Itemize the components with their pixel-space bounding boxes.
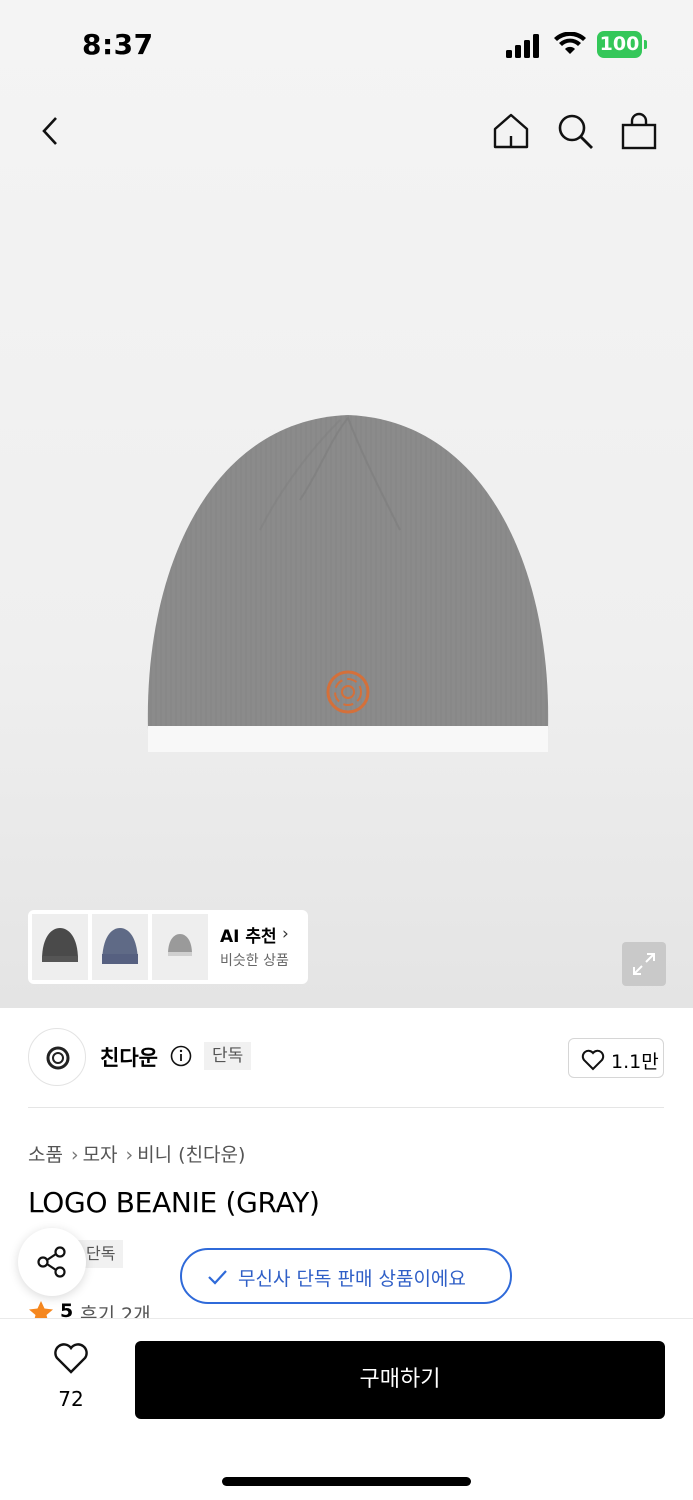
chevron-right-icon: › xyxy=(282,924,289,944)
status-bar: 8:37 100 xyxy=(0,0,693,92)
ai-recommend-title: AI 추천 xyxy=(220,927,277,947)
expand-image-button[interactable] xyxy=(622,942,666,986)
breadcrumb-item[interactable]: 소품 xyxy=(28,1144,63,1166)
breadcrumb-item[interactable]: 비니 (친다운) xyxy=(137,1144,245,1166)
product-title: LOGO BEANIE (GRAY) xyxy=(28,1186,320,1219)
info-icon[interactable] xyxy=(170,1045,192,1067)
battery-level: 100 xyxy=(597,31,642,58)
expand-icon xyxy=(633,953,655,975)
cellular-signal-icon xyxy=(506,34,539,58)
wishlist-count: 72 xyxy=(58,1387,84,1411)
heart-icon xyxy=(54,1343,88,1374)
home-indicator xyxy=(222,1477,471,1486)
chevron-right-icon: › xyxy=(70,1144,79,1166)
buy-button[interactable]: 구매하기 xyxy=(135,1341,665,1419)
breadcrumb: 소품 › 모자 › 비니 (친다운) xyxy=(28,1140,249,1167)
share-button[interactable] xyxy=(18,1228,86,1296)
brand-logo[interactable] xyxy=(28,1028,86,1086)
wifi-icon xyxy=(554,32,586,54)
check-icon xyxy=(208,1270,227,1285)
breadcrumb-item[interactable]: 모자 xyxy=(83,1144,118,1166)
exclusive-notice-text: 무신사 단독 판매 상품이에요 xyxy=(238,1268,466,1290)
home-icon[interactable] xyxy=(490,110,532,152)
bottom-bar: 72 구매하기 xyxy=(0,1318,693,1500)
ai-recommend-subtitle: 비슷한 상품 xyxy=(220,953,289,969)
similar-product-thumb[interactable] xyxy=(92,914,148,980)
battery-indicator: 100 xyxy=(597,31,647,58)
battery-nub xyxy=(644,40,647,49)
product-image xyxy=(147,415,549,752)
divider xyxy=(28,1107,664,1108)
shopping-bag-icon[interactable] xyxy=(618,110,660,152)
similar-product-thumb[interactable] xyxy=(32,914,88,980)
brand-logo-icon xyxy=(46,1046,70,1070)
brand-row: 친다운 단독 1.1만 xyxy=(0,1008,693,1108)
chevron-right-icon: › xyxy=(125,1144,134,1166)
search-icon[interactable] xyxy=(554,110,596,152)
brand-like-count: 1.1만 xyxy=(611,1051,659,1073)
brand-name[interactable]: 친다운 xyxy=(100,1042,158,1072)
chevron-left-icon[interactable] xyxy=(30,110,72,152)
exclusive-badge: 단독 xyxy=(204,1042,252,1070)
brand-like-button[interactable]: 1.1만 xyxy=(568,1038,664,1078)
share-icon xyxy=(37,1246,66,1278)
ai-recommend-card[interactable]: AI 추천 › 비슷한 상품 xyxy=(28,910,308,984)
wishlist-button[interactable]: 72 xyxy=(40,1343,102,1413)
header-bar xyxy=(0,92,693,172)
status-time: 8:37 xyxy=(82,28,154,61)
similar-product-thumb[interactable] xyxy=(152,914,208,980)
exclusive-notice-pill[interactable]: 무신사 단독 판매 상품이에요 xyxy=(180,1248,512,1304)
heart-icon xyxy=(581,1049,605,1071)
